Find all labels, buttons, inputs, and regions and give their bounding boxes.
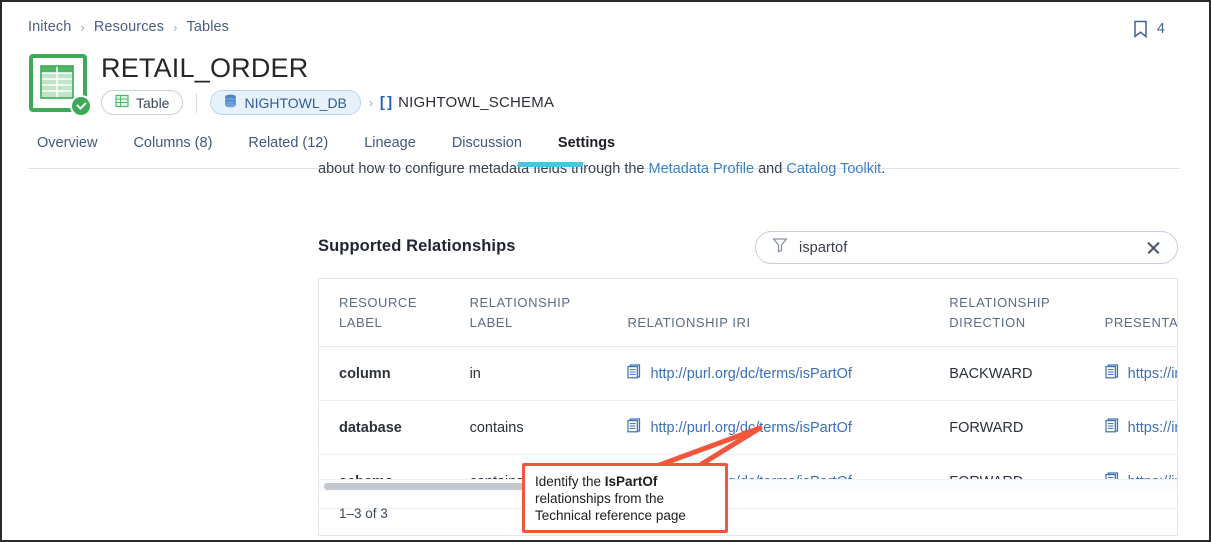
breadcrumb: Initech › Resources › Tables bbox=[28, 19, 229, 35]
bookmark-control[interactable]: 4 bbox=[1133, 20, 1165, 38]
intro-text-before: about how to configure metadata fields t… bbox=[318, 162, 649, 177]
section-title: Supported Relationships bbox=[318, 237, 516, 256]
page-title: RETAIL_ORDER bbox=[101, 54, 554, 82]
resource-type-chip[interactable]: Table bbox=[101, 90, 183, 115]
tab-settings[interactable]: Settings bbox=[540, 135, 633, 161]
col-resource-label[interactable]: RESOURCE LABEL bbox=[319, 279, 470, 347]
chip-divider bbox=[196, 93, 197, 113]
schema-bracket-icon: [ ] bbox=[380, 94, 391, 111]
breadcrumb-item-resources[interactable]: Resources bbox=[94, 19, 164, 35]
tab-overview[interactable]: Overview bbox=[28, 135, 115, 161]
filter-funnel-icon bbox=[772, 237, 788, 258]
table-header-row: RESOURCE LABEL RELATIONSHIP LABEL RELATI… bbox=[319, 279, 1178, 347]
cell-presentation-iri: https://internal.data.world/v0, bbox=[1105, 401, 1178, 455]
col-relationship-direction[interactable]: RELATIONSHIP DIRECTION bbox=[949, 279, 1104, 347]
presentation-iri-link[interactable]: https://internal.data.world/v0, bbox=[1128, 420, 1178, 436]
breadcrumb-item-initech[interactable]: Initech bbox=[28, 19, 71, 35]
breadcrumb-separator-icon: › bbox=[173, 20, 177, 35]
metadata-profile-link[interactable]: Metadata Profile bbox=[649, 162, 755, 177]
bookmark-icon[interactable] bbox=[1133, 20, 1148, 38]
resource-meta-row: Table NI bbox=[101, 90, 554, 115]
cell-resource-label: column bbox=[319, 347, 470, 401]
cell-relationship-label: in bbox=[470, 347, 628, 401]
document-copy-icon[interactable] bbox=[627, 418, 641, 437]
intro-text-mid: and bbox=[754, 162, 786, 177]
col-presentation-iri[interactable]: PRESENTATION IRI bbox=[1105, 279, 1178, 347]
relationship-filter[interactable]: ispartof bbox=[755, 231, 1178, 264]
document-copy-icon[interactable] bbox=[1105, 364, 1119, 383]
tab-columns[interactable]: Columns (8) bbox=[115, 135, 230, 161]
catalog-toolkit-link[interactable]: Catalog Toolkit bbox=[786, 162, 881, 177]
tab-lineage[interactable]: Lineage bbox=[346, 135, 434, 161]
document-copy-icon[interactable] bbox=[627, 364, 641, 383]
col-relationship-iri[interactable]: RELATIONSHIP IRI bbox=[627, 279, 949, 347]
scrollbar-thumb[interactable] bbox=[324, 483, 527, 490]
bookmark-count: 4 bbox=[1157, 21, 1165, 37]
page-header: RETAIL_ORDER Table bbox=[29, 54, 554, 115]
cell-direction: FORWARD bbox=[949, 401, 1104, 455]
col-relationship-label[interactable]: RELATIONSHIP LABEL bbox=[470, 279, 628, 347]
schema-name[interactable]: NIGHTOWL_SCHEMA bbox=[398, 94, 554, 111]
tab-discussion[interactable]: Discussion bbox=[434, 135, 540, 161]
chip-separator-icon: › bbox=[369, 96, 373, 110]
document-copy-icon[interactable] bbox=[1105, 418, 1119, 437]
settings-intro-text: about how to configure metadata fields t… bbox=[318, 162, 918, 181]
breadcrumb-separator-icon: › bbox=[80, 20, 84, 35]
pagination-label: 1–3 of 3 bbox=[339, 506, 388, 521]
filter-input[interactable]: ispartof bbox=[799, 240, 1145, 256]
tab-related[interactable]: Related (12) bbox=[230, 135, 346, 161]
cell-presentation-iri: https://internal.data.world/v0, bbox=[1105, 347, 1178, 401]
table-footer: 1–3 of 3 bbox=[319, 492, 1177, 535]
cell-relationship-iri: http://purl.org/dc/terms/isPartOf bbox=[627, 347, 949, 401]
database-chip[interactable]: NIGHTOWL_DB bbox=[210, 90, 360, 115]
annotation-line3: Technical reference page bbox=[535, 508, 686, 523]
annotation-line1-bold: IsPartOf bbox=[605, 474, 658, 489]
cell-relationship-label: contains bbox=[470, 401, 628, 455]
text-selection-highlight bbox=[518, 162, 583, 167]
presentation-iri-link[interactable]: https://internal.data.world/v0, bbox=[1128, 366, 1178, 382]
table-verified-icon bbox=[29, 54, 87, 112]
filter-clear-icon[interactable] bbox=[1145, 239, 1163, 257]
resource-type-label: Table bbox=[136, 95, 169, 111]
database-label: NIGHTOWL_DB bbox=[244, 95, 346, 111]
intro-text-after: . bbox=[881, 162, 885, 177]
cell-resource-label: database bbox=[319, 401, 470, 455]
annotation-line1-pre: Identify the bbox=[535, 474, 605, 489]
tab-bar: Overview Columns (8) Related (12) Lineag… bbox=[28, 135, 633, 161]
app-page: Initech › Resources › Tables 4 bbox=[0, 0, 1211, 542]
annotation-line2: relationships from the bbox=[535, 491, 664, 506]
breadcrumb-item-tables[interactable]: Tables bbox=[187, 19, 230, 35]
relationship-iri-link[interactable]: http://purl.org/dc/terms/isPartOf bbox=[650, 366, 851, 382]
relationships-table: RESOURCE LABEL RELATIONSHIP LABEL RELATI… bbox=[318, 278, 1178, 536]
table-row[interactable]: column in http://purl.org/dc/terms/isPar… bbox=[319, 347, 1178, 401]
database-icon bbox=[224, 94, 237, 111]
grid-icon bbox=[115, 94, 129, 111]
annotation-callout: Identify the IsPartOf relationships from… bbox=[522, 463, 728, 533]
cell-direction: BACKWARD bbox=[949, 347, 1104, 401]
